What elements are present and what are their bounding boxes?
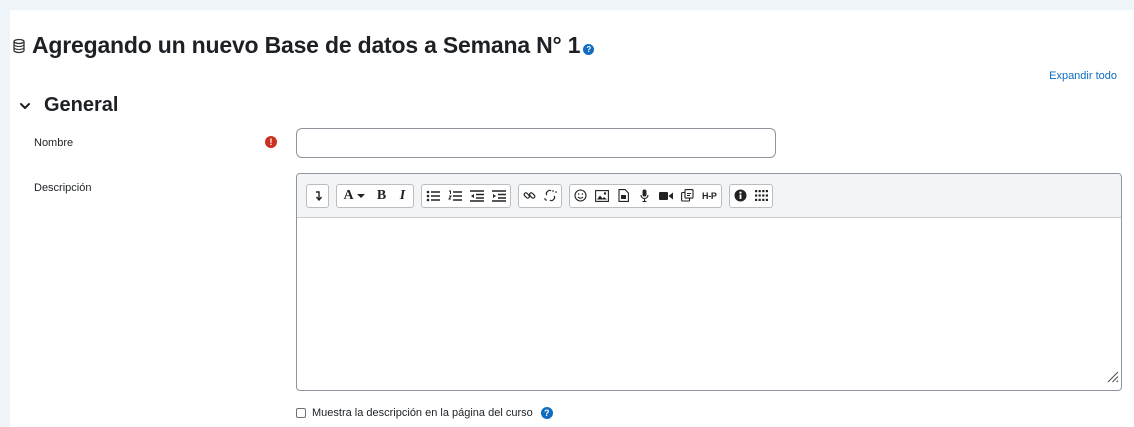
show-description-checkbox[interactable] (296, 408, 306, 418)
record-video-icon[interactable] (655, 185, 677, 207)
name-input[interactable] (296, 128, 776, 158)
toolbar-group-insert: H-P (569, 183, 722, 208)
section-general-toggle[interactable]: General (18, 94, 118, 117)
h5p-icon[interactable]: H-P (698, 185, 721, 207)
italic-icon[interactable]: I (392, 185, 413, 207)
help-icon[interactable]: ? (540, 407, 553, 419)
database-icon (12, 38, 26, 54)
accessibility-checker-icon[interactable] (730, 185, 751, 207)
image-icon[interactable] (591, 185, 613, 207)
toolbar-group-lists (421, 183, 511, 208)
page-header: Agregando un nuevo Base de datos a Seman… (12, 32, 595, 59)
required-icon: ! (265, 136, 277, 148)
resize-handle-icon[interactable] (1105, 369, 1119, 388)
toolbar-group-links (518, 183, 562, 208)
emoji-icon[interactable] (570, 185, 591, 207)
show-description-label: Muestra la descripción en la página del … (312, 407, 533, 419)
editor-toolbar: A B I H-P (297, 174, 1121, 218)
collapse-icon[interactable] (307, 185, 328, 207)
toolbar-group-style: A B I (336, 183, 414, 208)
screenreader-helper-icon[interactable] (751, 185, 772, 207)
toolbar-group-accessibility (728, 183, 773, 208)
page-title: Agregando un nuevo Base de datos a Seman… (32, 32, 581, 58)
ordered-list-icon[interactable] (444, 185, 466, 207)
record-audio-icon[interactable] (634, 185, 655, 207)
expand-all-link[interactable]: Expandir todo (1049, 70, 1117, 82)
indent-icon[interactable] (488, 185, 510, 207)
help-icon[interactable]: ? (583, 44, 595, 55)
section-title: General (44, 94, 119, 116)
description-editor: A B I H-P (296, 173, 1122, 391)
link-icon[interactable] (519, 185, 540, 207)
chevron-down-icon (18, 99, 32, 113)
media-icon[interactable] (613, 185, 634, 207)
unlink-icon[interactable] (540, 185, 561, 207)
font-color-icon[interactable]: A (337, 185, 371, 207)
font-color-label: A (343, 187, 354, 203)
description-label: Descripción (34, 182, 92, 194)
show-description-row: Muestra la descripción en la página del … (296, 407, 553, 419)
outdent-icon[interactable] (466, 185, 488, 207)
unordered-list-icon[interactable] (422, 185, 444, 207)
bold-icon[interactable]: B (371, 185, 392, 207)
description-textarea[interactable] (297, 218, 1121, 390)
manage-files-icon[interactable] (677, 185, 698, 207)
toolbar-group-collapse (306, 183, 329, 208)
name-label: Nombre (34, 137, 74, 149)
page: Agregando un nuevo Base de datos a Seman… (10, 10, 1134, 427)
